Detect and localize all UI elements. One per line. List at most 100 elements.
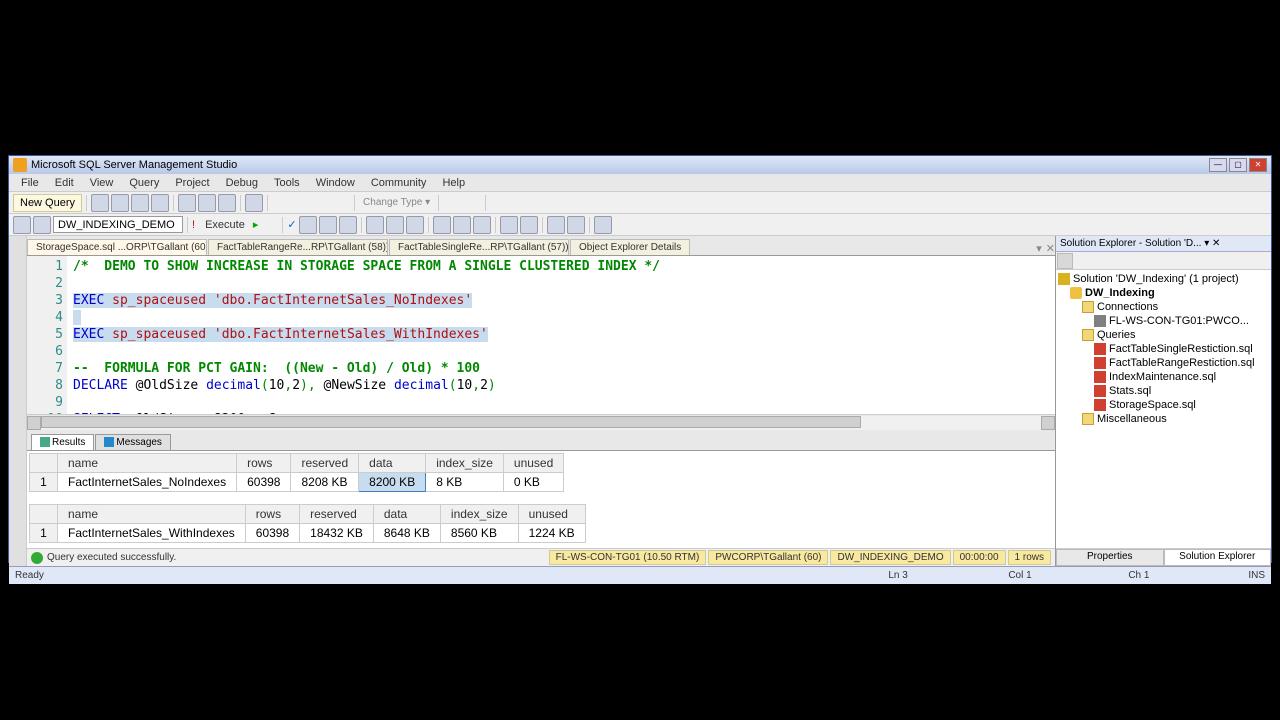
- tab-messages[interactable]: Messages: [95, 434, 171, 450]
- menu-file[interactable]: File: [13, 175, 47, 191]
- tb-icon[interactable]: [433, 216, 451, 234]
- results-grid-1[interactable]: namerowsreserveddataindex_sizeunused1Fac…: [29, 453, 564, 492]
- tree-project[interactable]: DW_Indexing: [1058, 286, 1269, 300]
- new-query-button[interactable]: New Query: [13, 194, 82, 212]
- solution-toolbar: [1056, 252, 1271, 270]
- status-col: Col 1: [1008, 570, 1128, 581]
- tb-icon[interactable]: [272, 194, 290, 212]
- solution-tree[interactable]: Solution 'DW_Indexing' (1 project) DW_In…: [1056, 270, 1271, 548]
- tb-icon[interactable]: [312, 194, 330, 212]
- solution-explorer: Solution Explorer - Solution 'D... ▾ ✕ S…: [1055, 236, 1271, 566]
- menu-window[interactable]: Window: [308, 175, 363, 191]
- close-button[interactable]: ✕: [1249, 158, 1267, 172]
- menu-edit[interactable]: Edit: [47, 175, 82, 191]
- query-statusbar: Query executed successfully. FL-WS-CON-T…: [27, 548, 1055, 566]
- tb-icon[interactable]: [33, 216, 51, 234]
- tree-connections[interactable]: Connections: [1058, 300, 1269, 314]
- tb-icon[interactable]: [500, 216, 518, 234]
- tb-icon[interactable]: [292, 194, 310, 212]
- scroll-left-icon[interactable]: [27, 416, 41, 430]
- results-pane: namerowsreserveddataindex_sizeunused1Fac…: [27, 450, 1055, 548]
- tb-icon[interactable]: [332, 194, 350, 212]
- minimize-button[interactable]: —: [1209, 158, 1227, 172]
- solution-explorer-title[interactable]: Solution Explorer - Solution 'D... ▾ ✕: [1056, 236, 1271, 252]
- tab-results[interactable]: Results: [31, 434, 94, 450]
- tree-query-item[interactable]: Stats.sql: [1058, 384, 1269, 398]
- tb-icon[interactable]: [594, 216, 612, 234]
- code-area[interactable]: /* DEMO TO SHOW INCREASE IN STORAGE SPAC…: [67, 256, 1055, 414]
- tab-storagespace[interactable]: StorageSpace.sql ...ORP\TGallant (60)): [27, 239, 207, 255]
- menu-query[interactable]: Query: [121, 175, 167, 191]
- open-icon[interactable]: [178, 194, 196, 212]
- tb-icon[interactable]: [13, 216, 31, 234]
- maximize-button[interactable]: ▢: [1229, 158, 1247, 172]
- tb-icon[interactable]: [510, 194, 528, 212]
- menu-tools[interactable]: Tools: [266, 175, 308, 191]
- status-ins: INS: [1248, 570, 1265, 581]
- editor-hscroll[interactable]: [27, 414, 1055, 430]
- results-grid-2[interactable]: namerowsreserveddataindex_sizeunused1Fac…: [29, 504, 586, 543]
- tb-icon[interactable]: [520, 216, 538, 234]
- menu-view[interactable]: View: [82, 175, 122, 191]
- indent-icon[interactable]: [547, 216, 565, 234]
- tree-query-item[interactable]: FactTableRangeRestiction.sql: [1058, 356, 1269, 370]
- tb-icon[interactable]: [91, 194, 109, 212]
- menu-project[interactable]: Project: [167, 175, 217, 191]
- tb-icon[interactable]: [245, 194, 263, 212]
- change-type-label[interactable]: Change Type ▾: [359, 197, 434, 208]
- tb-icon[interactable]: [490, 194, 508, 212]
- tree-connection-item[interactable]: FL-WS-CON-TG01:PWCO...: [1058, 314, 1269, 328]
- scroll-thumb[interactable]: [41, 416, 861, 428]
- menu-help[interactable]: Help: [434, 175, 473, 191]
- play-icon[interactable]: ▸: [253, 218, 259, 231]
- results-tabs: Results Messages: [27, 430, 1055, 450]
- parse-icon[interactable]: ✓: [287, 218, 296, 231]
- sql-editor[interactable]: 1234567891011 /* DEMO TO SHOW INCREASE I…: [27, 256, 1055, 414]
- tb-icon[interactable]: [131, 194, 149, 212]
- stop-icon[interactable]: [260, 216, 278, 234]
- tb-icon[interactable]: [406, 216, 424, 234]
- tab-object-explorer-details[interactable]: Object Explorer Details: [570, 239, 690, 255]
- status-ln: Ln 3: [888, 570, 1008, 581]
- execute-button[interactable]: Execute: [199, 217, 251, 233]
- tab-solution-explorer[interactable]: Solution Explorer: [1164, 549, 1272, 566]
- status-user: PWCORP\TGallant (60): [708, 550, 828, 565]
- database-combo[interactable]: [53, 216, 183, 233]
- tree-query-item[interactable]: IndexMaintenance.sql: [1058, 370, 1269, 384]
- tab-facttablesingle[interactable]: FactTableSingleRe...RP\TGallant (57)): [389, 239, 569, 255]
- tb-icon[interactable]: [339, 216, 357, 234]
- tb-icon[interactable]: [473, 216, 491, 234]
- tb-icon[interactable]: [111, 194, 129, 212]
- tab-close-icon[interactable]: ✕: [1046, 242, 1055, 255]
- status-rows: 1 rows: [1008, 550, 1051, 565]
- status-time: 00:00:00: [953, 550, 1006, 565]
- tb-icon[interactable]: [453, 216, 471, 234]
- tree-query-item[interactable]: StorageSpace.sql: [1058, 398, 1269, 412]
- tree-misc[interactable]: Miscellaneous: [1058, 412, 1269, 426]
- outdent-icon[interactable]: [567, 216, 585, 234]
- save-all-icon[interactable]: [218, 194, 236, 212]
- menu-community[interactable]: Community: [363, 175, 435, 191]
- tb-icon[interactable]: [443, 194, 461, 212]
- tree-solution[interactable]: Solution 'DW_Indexing' (1 project): [1058, 272, 1269, 286]
- solution-tb-icon[interactable]: [1057, 253, 1073, 269]
- titlebar[interactable]: Microsoft SQL Server Management Studio —…: [9, 156, 1271, 174]
- menubar: File Edit View Query Project Debug Tools…: [9, 174, 1271, 192]
- save-icon[interactable]: [198, 194, 216, 212]
- tb-icon[interactable]: [386, 216, 404, 234]
- object-explorer-strip[interactable]: [9, 236, 27, 566]
- tab-facttablerange[interactable]: FactTableRangeRe...RP\TGallant (58)): [208, 239, 388, 255]
- tb-icon[interactable]: [463, 194, 481, 212]
- tabs-dropdown-icon[interactable]: ▾: [1036, 242, 1042, 255]
- tb-icon[interactable]: [366, 216, 384, 234]
- menu-debug[interactable]: Debug: [218, 175, 266, 191]
- tb-icon[interactable]: [151, 194, 169, 212]
- tree-queries[interactable]: Queries: [1058, 328, 1269, 342]
- tb-icon[interactable]: [319, 216, 337, 234]
- tab-properties[interactable]: Properties: [1056, 549, 1164, 566]
- statusbar: Ready Ln 3 Col 1 Ch 1 INS: [9, 566, 1271, 584]
- status-ready: Ready: [15, 570, 888, 581]
- scroll-right-icon[interactable]: [1041, 416, 1055, 430]
- tree-query-item[interactable]: FactTableSingleRestiction.sql: [1058, 342, 1269, 356]
- tb-icon[interactable]: [299, 216, 317, 234]
